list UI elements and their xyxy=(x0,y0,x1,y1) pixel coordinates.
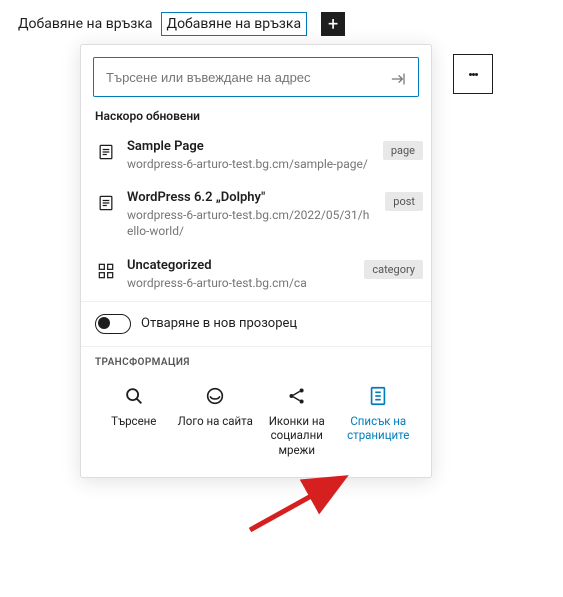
transform-section-label: ТРАНСФОРМАЦИЯ xyxy=(95,357,417,368)
transform-label-text: Лого на сайта xyxy=(178,414,253,428)
type-badge: page xyxy=(383,141,423,160)
result-item[interactable]: Uncategorized wordpress-6-arturo-test.bg… xyxy=(95,250,429,301)
url-search-input[interactable] xyxy=(93,57,419,97)
post-icon xyxy=(95,192,117,214)
nav-placeholder-row: Добавяне на връзка Добавяне на връзка + xyxy=(12,12,551,36)
result-title: WordPress 6.2 „Dolphy" xyxy=(127,190,375,205)
pagelist-icon xyxy=(366,384,390,408)
search-icon xyxy=(122,384,146,408)
nav-link-placeholder-selected[interactable]: Добавяне на връзка xyxy=(161,12,308,36)
results-list[interactable]: Sample Page wordpress-6-arturo-test.bg.c… xyxy=(81,131,431,301)
options-button[interactable] xyxy=(453,54,493,94)
open-new-tab-toggle[interactable] xyxy=(95,314,131,334)
share-icon xyxy=(285,384,309,408)
submit-arrow-icon[interactable] xyxy=(387,67,411,91)
transform-page-list[interactable]: Списък на страниците xyxy=(340,380,418,461)
link-popover: Наскоро обновени Sample Page wordpress-6… xyxy=(80,44,432,478)
transform-site-logo[interactable]: Лого на сайта xyxy=(177,380,255,461)
transform-label-text: Списък на страниците xyxy=(340,414,418,443)
recent-section-label: Наскоро обновени xyxy=(81,105,431,131)
transform-social-icons[interactable]: Иконки на социални мрежи xyxy=(258,380,336,461)
type-badge: post xyxy=(385,192,423,211)
result-item[interactable]: WordPress 6.2 „Dolphy" wordpress-6-artur… xyxy=(95,182,429,249)
transform-label-text: Търсене xyxy=(111,414,156,428)
result-url: wordpress-6-arturo-test.bg.cm/2022/05/31… xyxy=(127,207,375,239)
type-badge: category xyxy=(364,260,423,279)
result-item[interactable]: Sample Page wordpress-6-arturo-test.bg.c… xyxy=(95,131,429,182)
result-title: Sample Page xyxy=(127,139,373,154)
page-icon xyxy=(95,141,117,163)
result-title: Uncategorized xyxy=(127,258,354,273)
result-url: wordpress-6-arturo-test.bg.cm/sample-pag… xyxy=(127,156,373,172)
toggle-label: Отваряне в нов прозорец xyxy=(141,316,297,331)
transform-search[interactable]: Търсене xyxy=(95,380,173,461)
nav-link-placeholder[interactable]: Добавяне на връзка xyxy=(12,12,159,36)
transform-label-text: Иконки на социални мрежи xyxy=(258,414,336,457)
transform-options: Търсене Лого на сайта Иконки на социални… xyxy=(95,380,417,461)
category-icon xyxy=(95,260,117,282)
logo-icon xyxy=(203,384,227,408)
annotation-arrow xyxy=(240,470,360,540)
add-block-button[interactable]: + xyxy=(321,12,345,36)
result-url: wordpress-6-arturo-test.bg.cm/ca xyxy=(127,275,354,291)
